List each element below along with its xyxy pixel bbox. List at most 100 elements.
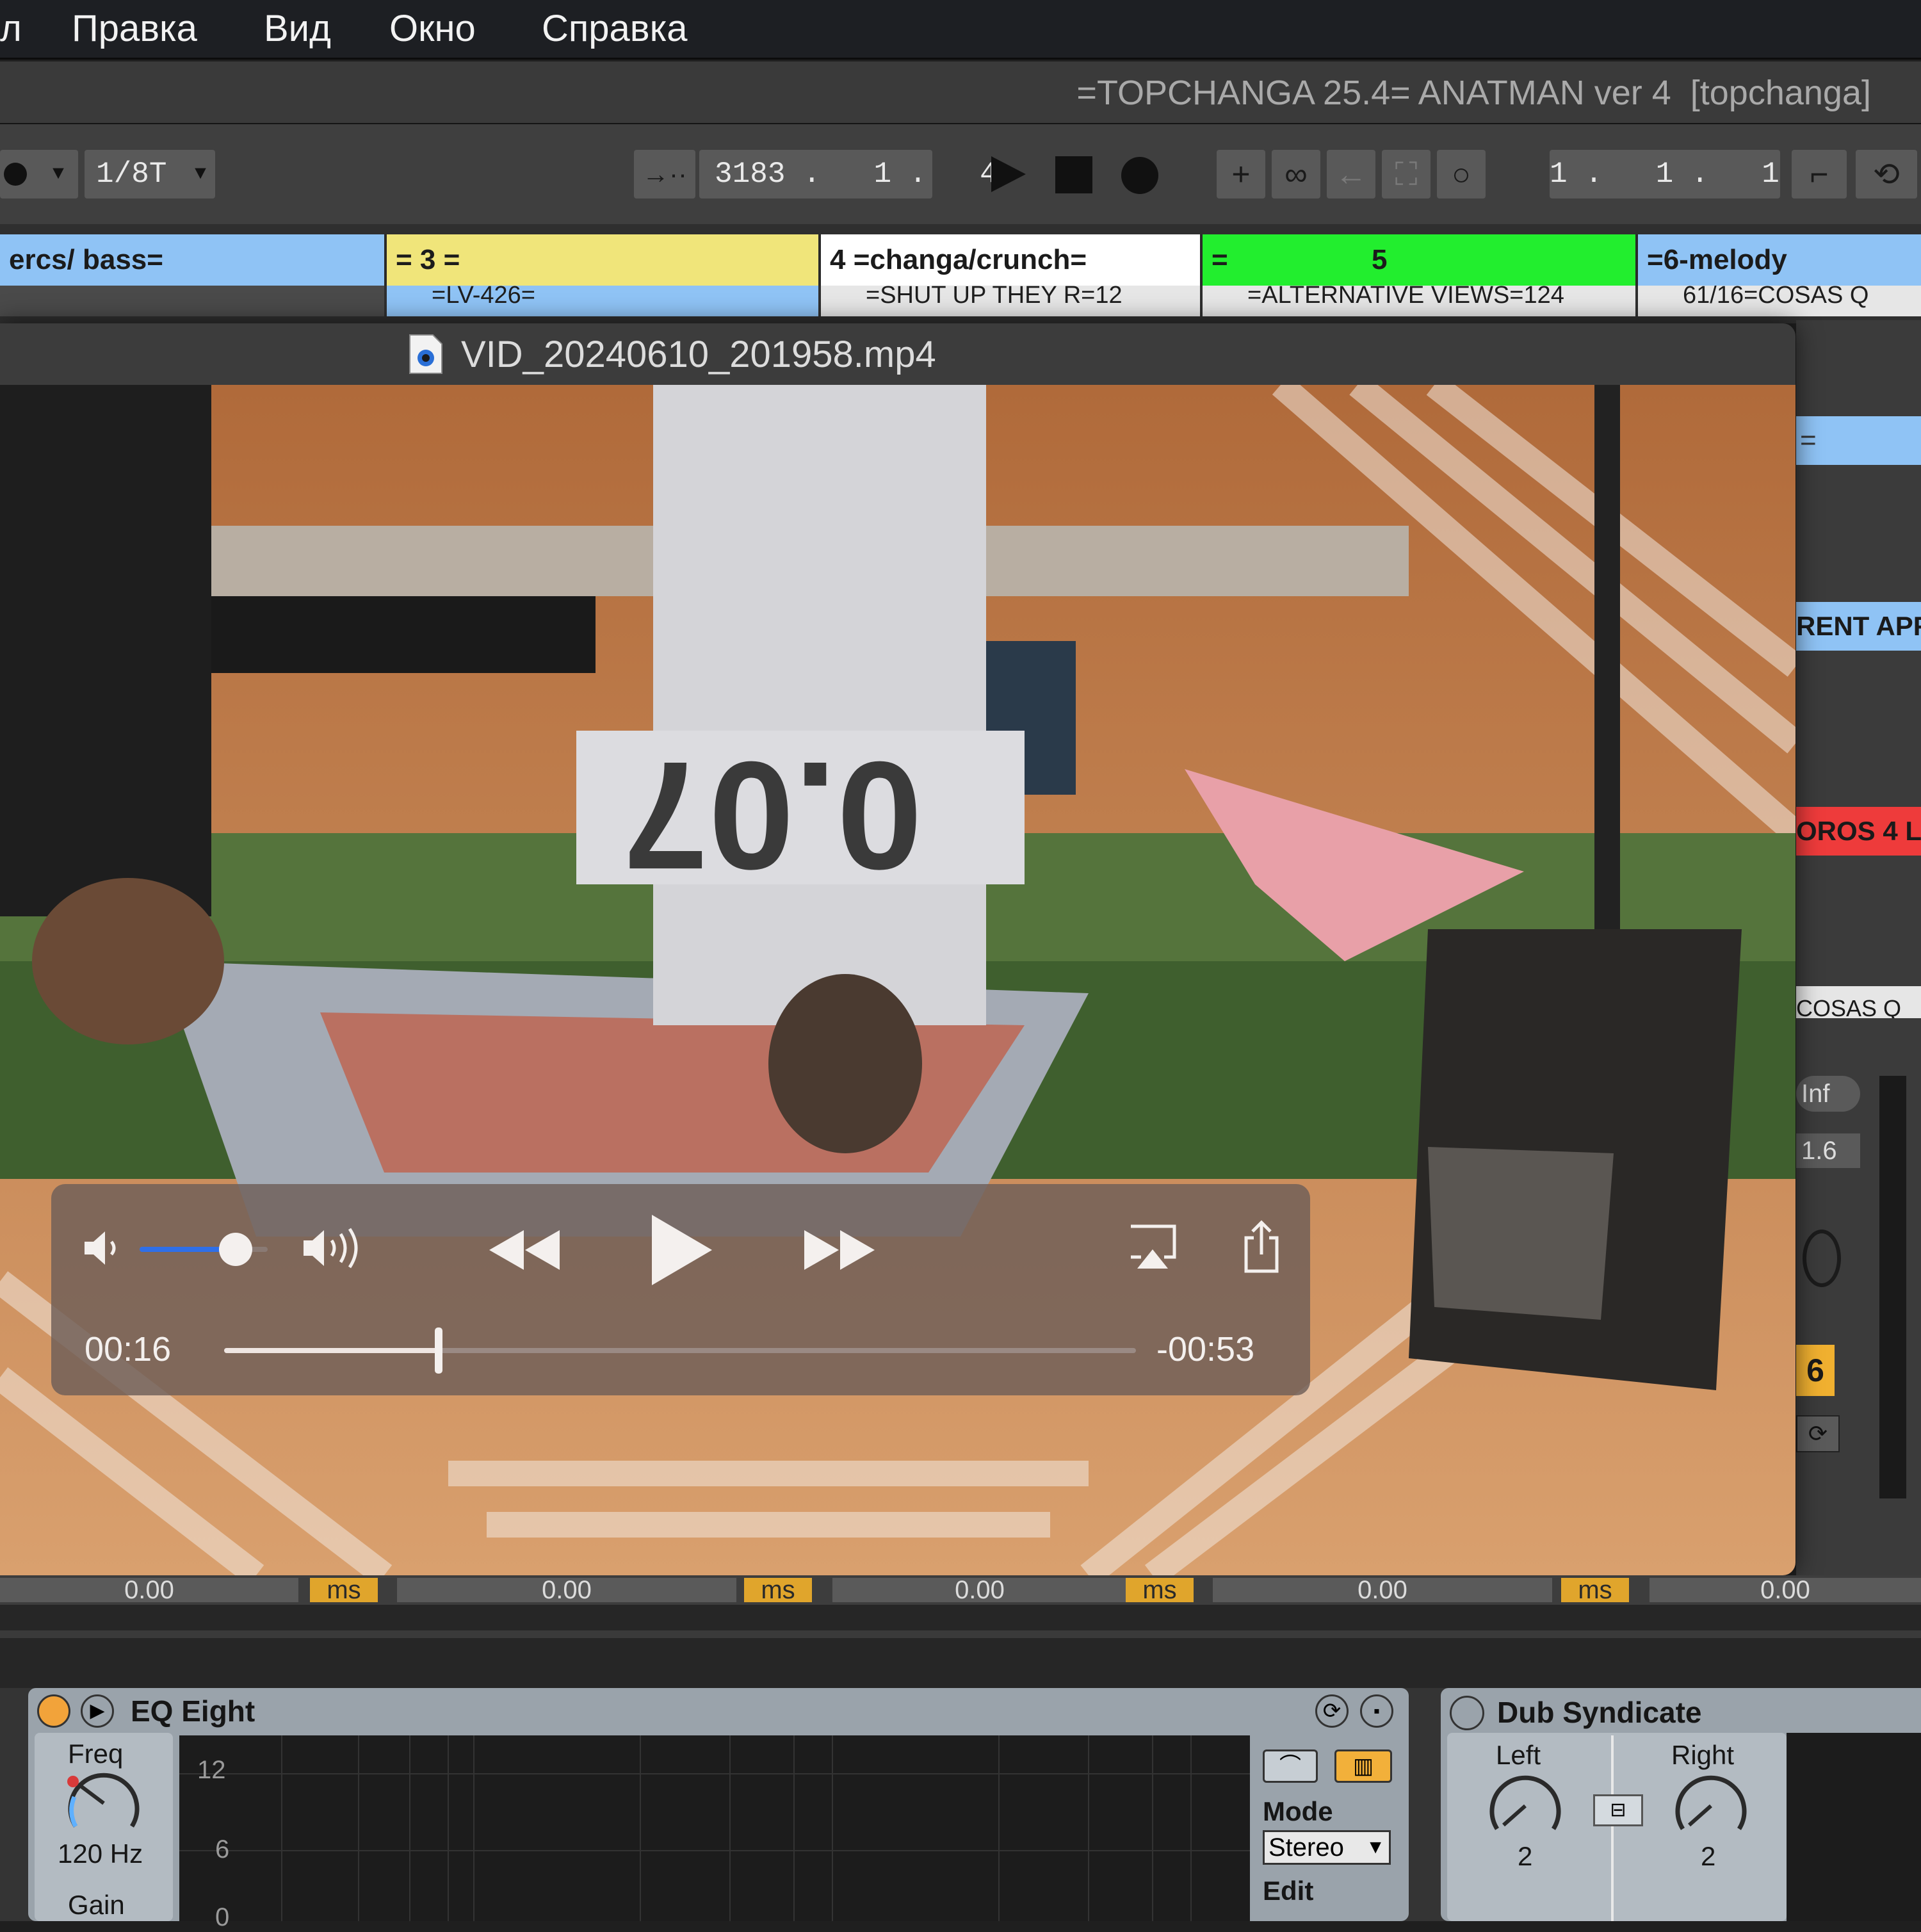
hot-swap-icon[interactable]: ⟳ [1315, 1694, 1349, 1728]
empty-clip-slot[interactable] [0, 286, 384, 316]
clip-slot[interactable]: OROS 4 LI [1796, 807, 1921, 856]
record-quantize-menu[interactable]: ▼ [0, 150, 78, 199]
chevron-down-icon: ▼ [194, 163, 206, 185]
panel-divider [0, 1605, 1921, 1688]
session-record-icon[interactable]: ○ [1437, 150, 1486, 199]
menu-edit[interactable]: Правка [72, 6, 197, 51]
menu-help[interactable]: Справка [542, 6, 688, 51]
volume-value[interactable]: 1.6 [1796, 1133, 1860, 1168]
right-knob[interactable] [1670, 1774, 1752, 1838]
divider-line [0, 1630, 1921, 1638]
monitor-icon[interactable]: ⟳ [1796, 1415, 1840, 1452]
record-icon[interactable] [1121, 156, 1159, 195]
delay-unit[interactable]: ms [1561, 1577, 1629, 1603]
track-header-4[interactable]: 4 =changa/crunch= [821, 234, 1203, 286]
clip-slot[interactable]: 61/16=COSAS Q [1638, 286, 1921, 316]
play-icon[interactable] [648, 1212, 715, 1288]
track-delay-value[interactable]: 0.00 [1649, 1577, 1921, 1603]
device-title: Dub Syndicate [1497, 1696, 1702, 1729]
left-knob[interactable] [1484, 1774, 1566, 1838]
airplay-icon[interactable] [1127, 1224, 1178, 1271]
scrubber[interactable] [224, 1327, 1136, 1374]
delay-display[interactable] [1787, 1733, 1921, 1921]
freq-knob[interactable] [63, 1771, 145, 1835]
clip-slot[interactable]: RENT APF [1796, 602, 1921, 651]
track-delay-value[interactable]: 0.00 [0, 1577, 298, 1603]
freq-value[interactable]: 120 Hz [58, 1838, 143, 1870]
pan-knob[interactable] [1803, 1230, 1841, 1287]
song-position[interactable]: 3183 . 1 . 4 [699, 150, 998, 199]
track-delay-value[interactable]: 0.00 [397, 1577, 736, 1603]
automation-arm-icon[interactable]: ∞ [1272, 150, 1320, 199]
quantize-menu[interactable]: 1/8T ▼ [85, 150, 215, 199]
link-icon[interactable]: ⊟ [1593, 1794, 1643, 1826]
audition-icon[interactable]: ⌒ [1263, 1749, 1318, 1783]
send-value[interactable]: Inf [1796, 1076, 1860, 1112]
player-controls: 00:16 -00:53 [51, 1184, 1310, 1395]
overdub-icon[interactable]: + [1217, 150, 1265, 199]
track-delay-value[interactable]: 0.00 [832, 1577, 1127, 1603]
clip-slot[interactable]: =ALTERNATIVE VIEWS=124 [1203, 286, 1635, 316]
clip-slot[interactable]: COSAS Q [1796, 986, 1921, 1018]
track-header-5[interactable]: = 5 [1203, 234, 1638, 286]
dub-syndicate-device: Dub Syndicate Left 2 ⊟ Right 2 [1441, 1688, 1921, 1921]
mode-select[interactable]: Stereo ▼ [1263, 1830, 1391, 1865]
track-delay-value[interactable]: 0.00 [1213, 1577, 1552, 1603]
volume-low-icon[interactable] [82, 1229, 123, 1267]
video-title: VID_20240610_201958.mp4 [461, 334, 936, 375]
volume-high-icon[interactable] [301, 1226, 365, 1270]
eq-scale-label: 0 [215, 1903, 230, 1931]
device-on-icon[interactable] [37, 1694, 70, 1728]
loop-start[interactable]: 1 . 1 . 1 [1550, 150, 1780, 199]
device-on-icon[interactable] [1450, 1696, 1484, 1730]
save-preset-icon[interactable]: ▪ [1360, 1694, 1393, 1728]
left-value[interactable]: 2 [1518, 1840, 1532, 1872]
remaining-time: -00:53 [1156, 1330, 1255, 1368]
volume-slider[interactable] [140, 1233, 268, 1266]
delay-unit[interactable]: ms [744, 1577, 812, 1603]
meter [1879, 1076, 1906, 1498]
punch-in-icon[interactable]: ⌐ [1792, 150, 1847, 199]
device-title: EQ Eight [131, 1694, 255, 1728]
delay-unit[interactable]: ms [310, 1577, 378, 1603]
track-header-1[interactable]: ercs/ bass= [0, 234, 387, 286]
eq-grid [179, 1735, 1250, 1921]
eq-display[interactable]: 12 6 0 [179, 1735, 1250, 1931]
share-icon[interactable] [1241, 1219, 1282, 1274]
volume-knob[interactable] [219, 1233, 252, 1266]
fast-forward-icon[interactable] [802, 1228, 877, 1272]
right-value[interactable]: 2 [1701, 1840, 1715, 1872]
session-right-edge: = RENT APF OROS 4 LI COSAS Q Inf 1.6 6 ⟳ [1796, 320, 1921, 1575]
rewind-icon[interactable] [487, 1228, 562, 1272]
track-number[interactable]: 6 [1796, 1345, 1835, 1396]
menu-window[interactable]: Окно [389, 6, 476, 51]
clip-slot[interactable]: = [1796, 416, 1921, 465]
edit-label: Edit [1263, 1876, 1314, 1906]
elapsed-time: 00:16 [85, 1330, 172, 1368]
play-icon[interactable] [989, 155, 1027, 193]
delay-unit[interactable]: ms [1126, 1577, 1194, 1603]
follow-icon[interactable]: →·· [634, 150, 695, 199]
back-to-arrangement-icon[interactable]: ← [1327, 150, 1375, 199]
scrubber-handle[interactable] [434, 1327, 442, 1374]
capture-icon[interactable]: ⛶ [1382, 150, 1431, 199]
track-header-3[interactable]: = 3 = [387, 234, 821, 286]
menu-file[interactable]: л [0, 6, 22, 51]
eq-scale-label: 6 [215, 1835, 230, 1863]
video-player-window: VID_20240610_201958.mp4 0.07 00:16 -00:5… [0, 323, 1795, 1575]
scrubber-fill [224, 1348, 439, 1353]
track-header-5-prefix: = [1212, 244, 1228, 275]
spectrum-icon[interactable]: ▥ [1334, 1749, 1392, 1783]
freq-label: Freq [68, 1739, 124, 1769]
app-title-bar: =TOPCHANGA 25.4= ANATMAN ver 4 [topchang… [0, 61, 1921, 124]
dot-icon [4, 163, 27, 186]
menu-view[interactable]: Вид [264, 6, 331, 51]
stop-icon[interactable] [1055, 156, 1092, 193]
clip-slot[interactable]: =LV-426= [387, 286, 818, 316]
video-frame[interactable]: 0.07 [0, 385, 1795, 1575]
loop-switch-icon[interactable]: ⟲ [1856, 150, 1917, 199]
track-header-6[interactable]: =6-melody [1638, 234, 1921, 286]
preview-icon[interactable]: ▶ [81, 1694, 114, 1728]
menu-bar: л Правка Вид Окно Справка [0, 0, 1921, 60]
clip-slot[interactable]: =SHUT UP THEY R=12 [821, 286, 1200, 316]
